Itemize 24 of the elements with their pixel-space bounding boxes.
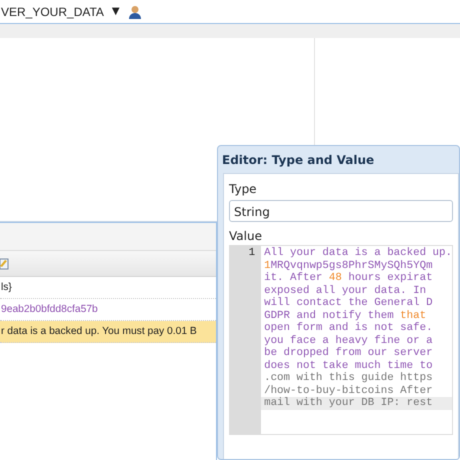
value-label: Value: [229, 228, 263, 245]
table-row[interactable]: ls}: [0, 277, 216, 299]
type-label: Type: [229, 181, 258, 198]
user-icon: [128, 4, 142, 18]
code-line: you face a heavy fine or a: [263, 334, 434, 347]
database-name[interactable]: VER_YOUR_DATA: [1, 2, 104, 20]
code-line: it. After 48 hours expirat: [263, 272, 434, 284]
code-line: does not take much time to: [263, 360, 434, 372]
code-editor[interactable]: [229, 245, 453, 435]
code-line: All your data is a backed up.: [263, 247, 452, 260]
code-line: be dropped from our server: [263, 347, 434, 360]
code-line: .com with this guide https: [263, 372, 434, 384]
edit-icon[interactable]: [0, 256, 9, 270]
code-line: GDPR and notify them that: [263, 310, 428, 322]
type-select[interactable]: String: [229, 200, 453, 222]
code-line: exposed all your data. In: [263, 284, 428, 297]
code-line: 1MRQvqnwp5gs8PhrSMySQh5YQm: [263, 260, 434, 272]
line-number: 1: [248, 247, 256, 259]
caret-icon[interactable]: ▼: [112, 4, 120, 19]
code-line: will contact the General D: [263, 297, 434, 310]
dialog-title: Editor: Type and Value: [221, 152, 376, 169]
code-line: /how-to-buy-bitcoins After: [263, 384, 434, 397]
code-line: open form and is not safe.: [263, 322, 434, 334]
table-row[interactable]: r data is a backed up. You must pay 0.01 B: [0, 321, 216, 343]
